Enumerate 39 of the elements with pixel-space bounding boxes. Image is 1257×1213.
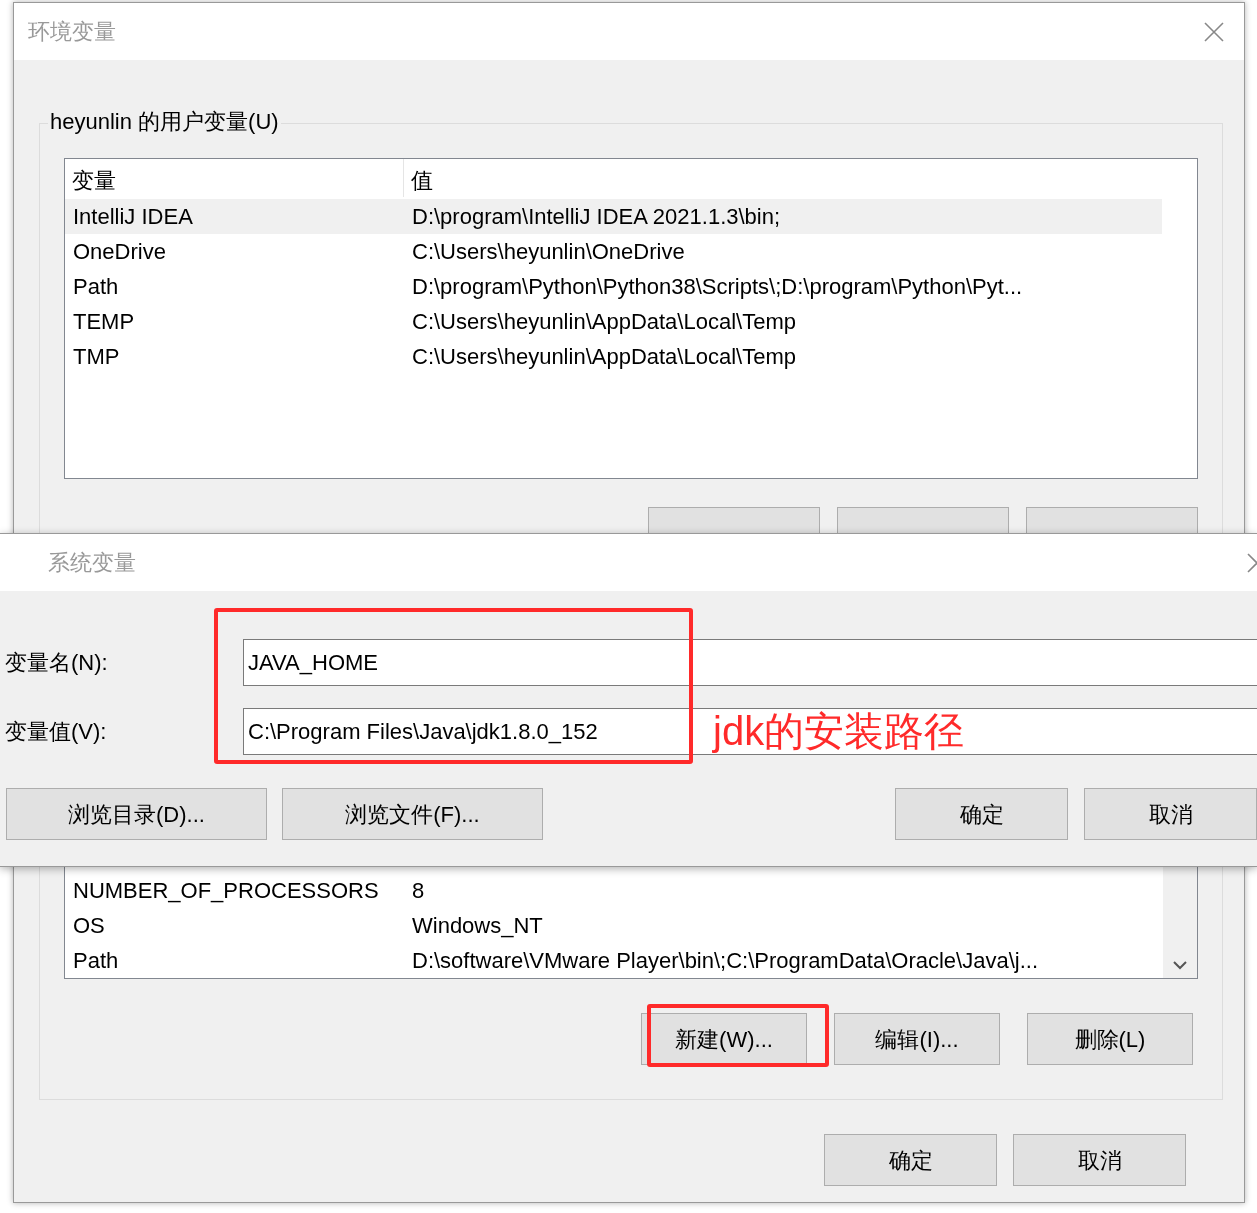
window-title: 环境变量 (28, 18, 116, 46)
list-row[interactable]: IntelliJ IDEA D:\program\IntelliJ IDEA 2021.1.3\bin; (65, 199, 1162, 234)
variable-name: NUMBER_OF_PROCESSORS (72, 877, 380, 905)
variable-name: OneDrive (72, 238, 167, 266)
field-label: 变量名(N): (4, 649, 109, 677)
variable-name: TMP (72, 343, 121, 371)
variable-name: OS (72, 912, 106, 940)
group-legend: heyunlin 的用户变量(U) (48, 108, 281, 136)
dialog-button[interactable]: 确定 (824, 1134, 997, 1186)
list-row[interactable]: OneDrive C:\Users\heyunlin\OneDrive (65, 234, 1162, 269)
input-field[interactable]: JAVA_HOME (243, 639, 1257, 686)
dialog-button[interactable]: 删除(L) (1027, 1013, 1193, 1065)
variable-value: C:\Users\heyunlin\AppData\Local\Temp (411, 343, 796, 371)
variable-name: TEMP (72, 308, 136, 336)
dialog-button[interactable]: 浏览文件(F)... (282, 788, 543, 840)
window-title: 系统变量 (48, 549, 136, 577)
column-header[interactable]: 变量 (65, 159, 404, 197)
list-row[interactable]: TMP C:\Users\heyunlin\AppData\Local\Temp (65, 339, 1162, 374)
variable-value: D:\program\Python\Python38\Scripts\;D:\program\Python\Pyt... (411, 273, 1023, 301)
variable-value: 8 (411, 877, 425, 905)
dialog-button[interactable]: 新建(W)... (641, 1013, 807, 1065)
variable-value: D:\software\VMware Player\bin\;C:\ProgramData\Oracle\Java\j... (411, 947, 1038, 975)
dialog-button[interactable]: 取消 (1084, 788, 1257, 840)
field-label: 变量值(V): (4, 718, 108, 746)
dialog-button[interactable]: 浏览目录(D)... (6, 788, 267, 840)
variable-value: C:\Users\heyunlin\OneDrive (411, 238, 685, 266)
dialog-button[interactable]: 编辑(I)... (834, 1013, 1000, 1065)
variable-value: Windows_NT (411, 912, 543, 940)
variable-value: D:\program\IntelliJ IDEA 2021.1.3\bin; (411, 203, 781, 231)
annotation-text: jdk的安装路径 (713, 708, 965, 755)
dialog-button[interactable]: 取消 (1013, 1134, 1186, 1186)
variable-name: Path (72, 947, 120, 975)
column-header[interactable]: 值 (404, 164, 433, 197)
variable-name: Path (72, 273, 120, 301)
dialog-button[interactable]: 确定 (895, 788, 1068, 840)
variable-value: C:\Users\heyunlin\AppData\Local\Temp (411, 308, 796, 336)
variable-name: IntelliJ IDEA (72, 203, 194, 231)
list-row[interactable]: Path D:\program\Python\Python38\Scripts\;D:\program\Python\Pyt... (65, 269, 1162, 304)
list-row[interactable]: TEMP C:\Users\heyunlin\AppData\Local\Temp (65, 304, 1162, 339)
